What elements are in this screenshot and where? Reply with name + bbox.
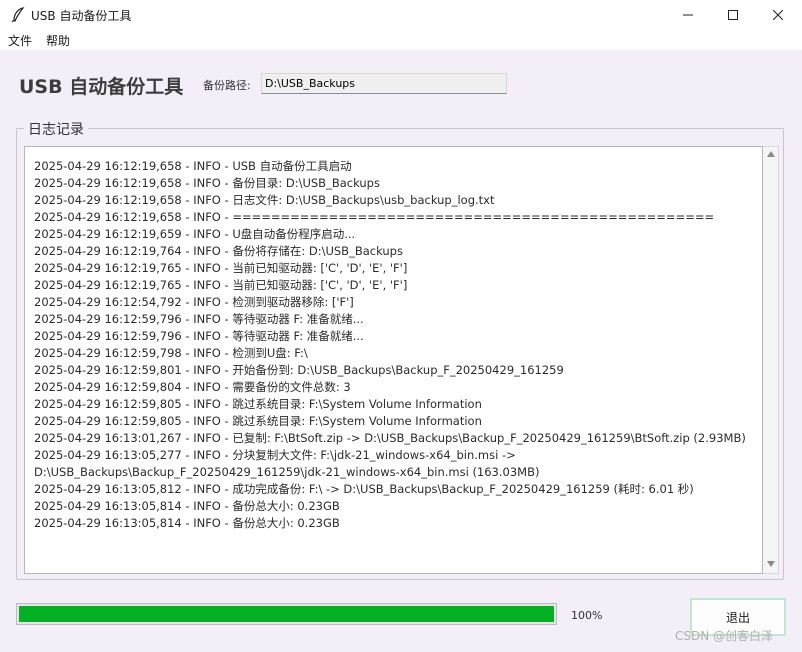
- log-text-area[interactable]: 2025-04-29 16:12:19,658 - INFO - USB 自动备…: [24, 146, 763, 574]
- log-line: 2025-04-29 16:12:59,804 - INFO - 需要备份的文件…: [34, 380, 351, 394]
- log-line: 2025-04-29 16:13:05,812 - INFO - 成功完成备份:…: [34, 482, 694, 496]
- scroll-up-arrow-icon[interactable]: [766, 151, 776, 159]
- log-line: 2025-04-29 16:12:19,658 - INFO - =======…: [34, 210, 715, 224]
- maximize-button[interactable]: [710, 0, 756, 30]
- log-line: 2025-04-29 16:13:01,267 - INFO - 已复制: F:…: [34, 431, 746, 445]
- log-line: 2025-04-29 16:12:19,659 - INFO - U盘自动备份程…: [34, 227, 356, 241]
- log-line: 2025-04-29 16:12:59,796 - INFO - 等待驱动器 F…: [34, 312, 364, 326]
- backup-path-input[interactable]: [261, 73, 507, 94]
- log-line: 2025-04-29 16:12:19,765 - INFO - 当前已知驱动器…: [34, 278, 408, 292]
- minimize-icon: [683, 14, 693, 16]
- log-group-label: 日志记录: [24, 119, 88, 139]
- log-line: 2025-04-29 16:12:54,792 - INFO - 检测到驱动器移…: [34, 295, 354, 309]
- progress-percent: 100%: [571, 609, 603, 622]
- scroll-down-arrow-icon[interactable]: [766, 561, 776, 569]
- close-button[interactable]: [755, 0, 801, 30]
- minimize-button[interactable]: [665, 0, 711, 30]
- log-line: 2025-04-29 16:13:05,277 - INFO - 分块复制大文件…: [34, 448, 516, 462]
- log-line: 2025-04-29 16:12:59,798 - INFO - 检测到U盘: …: [34, 346, 308, 360]
- menu-bar: 文件 帮助: [0, 30, 802, 50]
- log-line: 2025-04-29 16:12:59,805 - INFO - 跳过系统目录:…: [34, 397, 482, 411]
- log-line: 2025-04-29 16:12:19,764 - INFO - 备份将存储在:…: [34, 244, 403, 258]
- log-line: 2025-04-29 16:12:59,801 - INFO - 开始备份到: …: [34, 363, 564, 377]
- log-line: 2025-04-29 16:13:05,814 - INFO - 备份总大小: …: [34, 516, 340, 530]
- maximize-icon: [728, 10, 738, 20]
- page-title: USB 自动备份工具: [19, 76, 184, 98]
- feather-app-icon: [11, 7, 25, 23]
- log-line: D:\USB_Backups\Backup_F_20250429_161259\…: [34, 465, 540, 479]
- log-line: 2025-04-29 16:13:05,814 - INFO - 备份总大小: …: [34, 499, 340, 513]
- backup-path-label: 备份路径:: [203, 79, 251, 92]
- window-title: USB 自动备份工具: [31, 9, 132, 23]
- watermark-text: CSDN @创客白泽: [675, 629, 774, 643]
- backup-progress-bar: [16, 603, 557, 625]
- log-line: 2025-04-29 16:12:19,658 - INFO - 备份目录: D…: [34, 176, 380, 190]
- close-icon: [773, 10, 783, 20]
- menu-file[interactable]: 文件: [8, 32, 32, 49]
- progress-fill: [19, 606, 554, 622]
- log-line: 2025-04-29 16:12:19,658 - INFO - 日志文件: D…: [34, 193, 495, 207]
- log-scrollbar[interactable]: [763, 146, 779, 574]
- log-line: 2025-04-29 16:12:19,765 - INFO - 当前已知驱动器…: [34, 261, 408, 275]
- log-line: 2025-04-29 16:12:59,805 - INFO - 跳过系统目录:…: [34, 414, 482, 428]
- menu-help[interactable]: 帮助: [46, 32, 70, 49]
- log-line: 2025-04-29 16:12:59,796 - INFO - 等待驱动器 F…: [34, 329, 364, 343]
- log-line: 2025-04-29 16:12:19,658 - INFO - USB 自动备…: [34, 159, 352, 173]
- title-bar: USB 自动备份工具: [0, 0, 802, 30]
